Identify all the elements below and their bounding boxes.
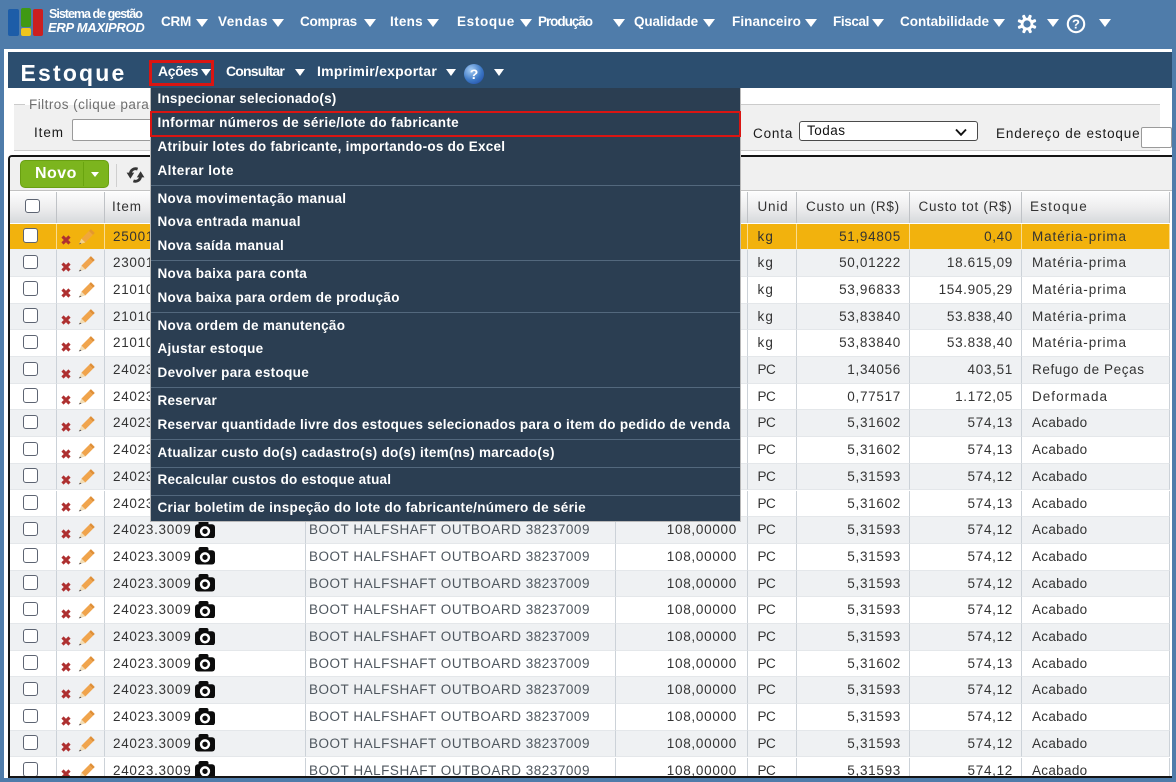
svg-text:?: ? <box>1072 17 1080 32</box>
